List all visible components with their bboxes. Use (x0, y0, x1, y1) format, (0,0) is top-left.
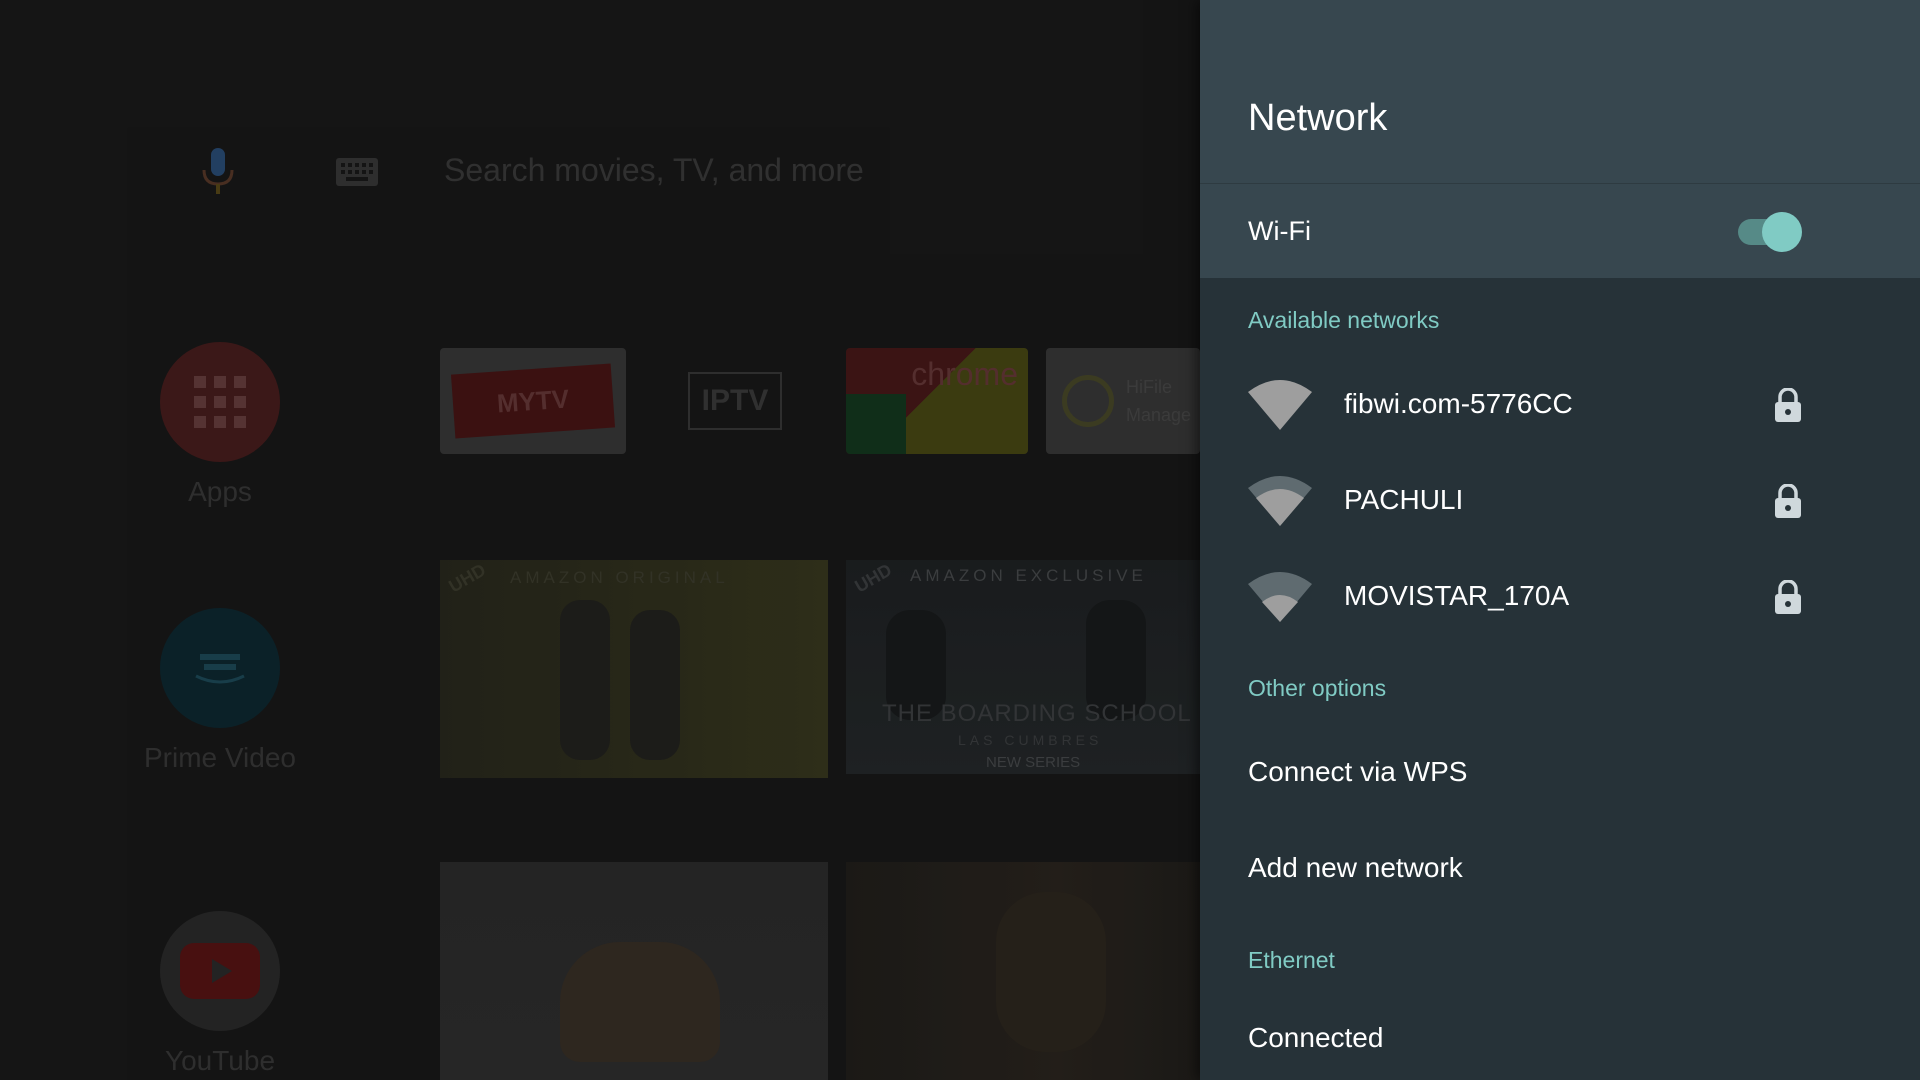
card-overline: AMAZON ORIGINAL (510, 568, 729, 587)
keyboard-icon[interactable] (336, 158, 378, 186)
content-card-3[interactable] (440, 862, 828, 1080)
wifi-icon (1248, 572, 1312, 624)
uhd-badge: UHD (851, 560, 896, 597)
network-item-pachuli[interactable]: PACHULI (1200, 456, 1920, 548)
apps-icon[interactable] (160, 342, 280, 462)
wifi-toggle-row[interactable]: Wi-Fi (1200, 183, 1920, 278)
option-label: Add new network (1248, 852, 1463, 883)
card-title: THE BOARDING SCHOOL (882, 700, 1192, 727)
option-label: Connect via WPS (1248, 756, 1468, 787)
content-card-4[interactable] (846, 862, 1200, 1080)
wifi-icon (1248, 380, 1312, 432)
hifile-app-name: HiFile Manage (1126, 377, 1192, 425)
add-new-network-option[interactable]: Add new network (1200, 830, 1920, 910)
available-networks-header: Available networks (1248, 307, 1440, 333)
microphone-icon[interactable] (200, 148, 236, 196)
other-options-header: Other options (1248, 675, 1387, 701)
chrome-app-tile[interactable]: chrome (846, 348, 1028, 454)
toggle-thumb (1762, 212, 1802, 252)
search-placeholder[interactable]: Search movies, TV, and more (444, 152, 864, 189)
prime-video-label: Prime Video (143, 742, 296, 773)
network-settings-panel: Network Wi-Fi Available networks fibwi.c… (1200, 0, 1920, 1080)
lock-icon (1774, 483, 1802, 518)
content-card-1[interactable]: UHD AMAZON ORIGINAL (440, 560, 828, 778)
network-ssid: MOVISTAR_170A (1344, 580, 1570, 611)
card-caption: NEW SERIES (986, 754, 1081, 771)
prime-video-icon[interactable] (160, 608, 280, 728)
youtube-label: YouTube (164, 1045, 276, 1076)
ethernet-header: Ethernet (1248, 947, 1335, 973)
wifi-label: Wi-Fi (1248, 216, 1311, 246)
lock-icon (1774, 579, 1802, 614)
hifile-app-tile[interactable]: HiFile Manage (1046, 348, 1200, 454)
ethernet-status: Connected (1248, 1022, 1384, 1053)
apps-label: Apps (188, 476, 252, 507)
connect-via-wps-option[interactable]: Connect via WPS (1200, 734, 1920, 814)
page-title: Network (1248, 97, 1388, 139)
chrome-app-name: chrome (911, 356, 1018, 392)
mytv-app-tile[interactable]: MYTV (440, 348, 626, 454)
ethernet-status-row[interactable]: Connected (1200, 1000, 1920, 1080)
mytv-app-name: MYTV (495, 383, 571, 418)
uhd-badge: UHD (445, 560, 490, 597)
network-item-fibwi[interactable]: fibwi.com-5776CC (1200, 360, 1920, 452)
content-card-2[interactable]: UHD AMAZON EXCLUSIVE THE BOARDING SCHOOL… (846, 560, 1200, 774)
wifi-toggle-switch[interactable] (1736, 212, 1804, 252)
network-ssid: fibwi.com-5776CC (1344, 388, 1573, 419)
panel-header: Network (1200, 0, 1920, 183)
wifi-icon (1248, 476, 1312, 528)
card-overline: AMAZON EXCLUSIVE (910, 566, 1147, 585)
network-ssid: PACHULI (1344, 484, 1464, 515)
home-screen: Search movies, TV, and more Apps Prime V… (0, 0, 1200, 1080)
lock-icon (1774, 387, 1802, 422)
iptv-app-name: IPTV (701, 384, 769, 417)
iptv-app-tile[interactable]: IPTV (676, 348, 794, 454)
card-subtitle: LAS CUMBRES (958, 732, 1103, 748)
network-item-movistar[interactable]: MOVISTAR_170A (1200, 552, 1920, 644)
youtube-icon[interactable] (160, 911, 280, 1031)
